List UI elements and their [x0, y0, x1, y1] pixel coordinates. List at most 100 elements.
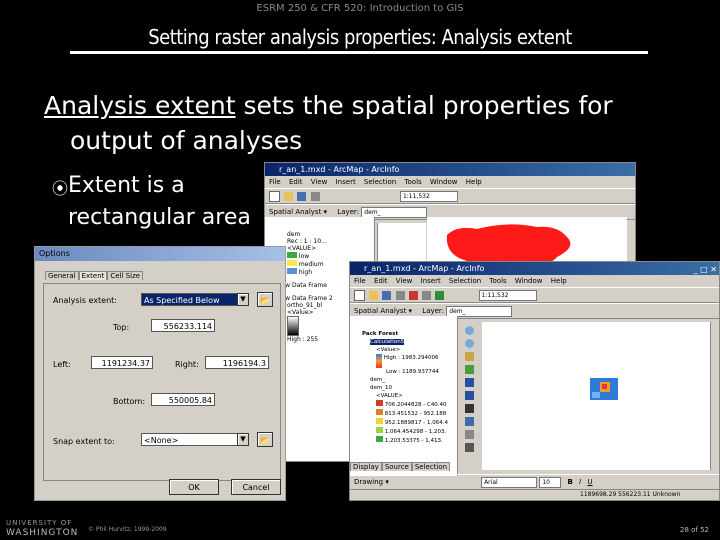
cut-icon[interactable]: [408, 290, 418, 300]
drawing-toolbar: Drawing ▾ Arial 10 B I U: [350, 474, 719, 490]
menu-window[interactable]: Window: [430, 178, 458, 186]
select-icon[interactable]: [464, 404, 474, 413]
zoom-in-icon[interactable]: [464, 326, 474, 335]
analysis-extent-label: Analysis extent:: [53, 296, 117, 305]
font-combo[interactable]: Arial: [481, 476, 538, 488]
snap-folder-icon[interactable]: 📂: [257, 432, 273, 447]
options-titlebar[interactable]: Options: [35, 247, 285, 261]
open-folder-icon[interactable]: 📂: [257, 292, 273, 307]
vertical-scrollbar[interactable]: [710, 322, 719, 470]
spatial-analyst-menu[interactable]: Spatial Analyst: [269, 208, 321, 216]
tab-selection[interactable]: Selection: [411, 462, 451, 471]
body-rest: sets the spatial properties for: [235, 91, 613, 120]
menu-help[interactable]: Help: [466, 178, 482, 186]
menu-view[interactable]: View: [311, 178, 328, 186]
options-dialog[interactable]: Options General Extent Cell Size Analysis …: [34, 246, 286, 501]
right-field[interactable]: 1196194.3: [205, 356, 269, 369]
open-icon[interactable]: [369, 290, 379, 300]
menu-window[interactable]: Window: [515, 277, 543, 285]
menu-insert[interactable]: Insert: [336, 178, 356, 186]
menu-tools[interactable]: Tools: [404, 178, 421, 186]
identify-icon[interactable]: [464, 417, 474, 426]
menu-file[interactable]: File: [354, 277, 366, 285]
find-icon[interactable]: [464, 430, 474, 439]
new-icon[interactable]: [269, 190, 280, 202]
menu-view[interactable]: View: [396, 277, 413, 285]
save-icon[interactable]: [297, 191, 307, 201]
analysis-extent-dropdown-icon[interactable]: ▼: [237, 293, 249, 306]
right-label: Right:: [175, 360, 199, 369]
back-icon[interactable]: [464, 378, 474, 387]
layer-combo[interactable]: dem_: [361, 206, 428, 218]
full-extent-icon[interactable]: [464, 365, 474, 374]
tab-source[interactable]: Source: [381, 462, 412, 471]
tab-cell-size[interactable]: Cell Size: [107, 271, 144, 280]
menu-selection[interactable]: Selection: [364, 178, 396, 186]
toc-class-low: low: [287, 252, 374, 260]
course-header: ESRM 250 & CFR 520: Introduction to GIS: [256, 3, 464, 14]
menubar-back[interactable]: File Edit View Insert Selection Tools Wi…: [265, 176, 635, 188]
top-field[interactable]: 556233.114: [151, 319, 215, 332]
analysis-extent-select[interactable]: As Specified Below: [141, 293, 249, 306]
measure-icon[interactable]: [464, 443, 474, 452]
print-icon[interactable]: [310, 191, 320, 201]
tab-general[interactable]: General: [45, 271, 79, 280]
menu-file[interactable]: File: [269, 178, 281, 186]
toc-layer-dem10[interactable]: dem_10: [362, 384, 457, 392]
toc-layer-dem[interactable]: dem_: [362, 376, 457, 384]
save-icon[interactable]: [382, 290, 392, 300]
menu-insert[interactable]: Insert: [421, 277, 441, 285]
print-icon[interactable]: [395, 290, 405, 300]
forward-icon[interactable]: [464, 391, 474, 400]
bullet-text: Extent is a rectangular area: [68, 170, 251, 234]
add-data-icon[interactable]: [435, 290, 445, 300]
toc-frame[interactable]: Pack Forest: [362, 330, 457, 338]
drawing-menu[interactable]: Drawing: [354, 478, 383, 486]
cancel-button[interactable]: Cancel: [231, 479, 281, 495]
italic-icon[interactable]: I: [579, 478, 581, 486]
scale-combo[interactable]: 1:11,532: [399, 190, 458, 202]
scale-combo[interactable]: 1:11,532: [478, 289, 537, 301]
window-controls[interactable]: _ □ ✕: [694, 263, 717, 276]
bottom-field[interactable]: 550005.84: [151, 393, 215, 406]
snap-select[interactable]: <None>: [141, 433, 249, 446]
toc-front: Pack Forest Calculation5 <Value> High : …: [350, 316, 458, 476]
menu-selection[interactable]: Selection: [449, 277, 481, 285]
page-number: 28 of 52: [680, 526, 710, 534]
open-icon[interactable]: [284, 191, 294, 201]
layer-combo[interactable]: dem_: [446, 305, 513, 317]
titlebar-front[interactable]: r_an_1.mxd - ArcMap - ArcInfo _ □ ✕: [350, 262, 719, 275]
standard-toolbar-back: 1:11,532: [265, 188, 635, 204]
pan-icon[interactable]: [464, 352, 474, 361]
underline-icon[interactable]: U: [587, 478, 592, 486]
options-tabs: General Extent Cell Size: [45, 271, 144, 280]
toc-values-header: <VALUE>: [287, 245, 317, 252]
zoom-out-icon[interactable]: [464, 339, 474, 348]
toc-layer-dem[interactable]: dem: [287, 231, 374, 238]
bold-icon[interactable]: B: [568, 478, 573, 486]
tools-toolbar: [458, 322, 480, 474]
top-label: Top:: [113, 323, 130, 332]
menu-help[interactable]: Help: [551, 277, 567, 285]
titlebar-back[interactable]: r_an_1.mxd - ArcMap - ArcInfo: [265, 163, 635, 176]
map-view-front[interactable]: [482, 322, 710, 470]
toc-value: Rec : 1 : 10...: [287, 238, 327, 245]
toc-range-5: 1,203.53375 - 1,413.: [362, 436, 457, 445]
new-icon[interactable]: [354, 289, 365, 301]
tab-extent[interactable]: Extent: [78, 271, 108, 280]
font-size-combo[interactable]: 10: [539, 476, 562, 488]
menu-edit[interactable]: Edit: [374, 277, 388, 285]
menubar-front[interactable]: File Edit View Insert Selection Tools Wi…: [350, 275, 719, 287]
menu-tools[interactable]: Tools: [489, 277, 506, 285]
title-underline: [70, 51, 648, 54]
snap-dropdown-icon[interactable]: ▼: [237, 433, 249, 446]
copy-icon[interactable]: [422, 290, 432, 300]
toc-layer-calc[interactable]: Calculation5: [370, 339, 405, 345]
left-field[interactable]: 1191234.37: [91, 356, 153, 369]
university-line2: WASHINGTON: [6, 528, 79, 538]
spatial-analyst-menu[interactable]: Spatial Analyst: [354, 307, 406, 315]
ok-button[interactable]: OK: [169, 479, 219, 495]
tab-display[interactable]: Display: [350, 462, 382, 471]
arcmap-window-front[interactable]: r_an_1.mxd - ArcMap - ArcInfo _ □ ✕ File…: [349, 261, 720, 501]
menu-edit[interactable]: Edit: [289, 178, 303, 186]
